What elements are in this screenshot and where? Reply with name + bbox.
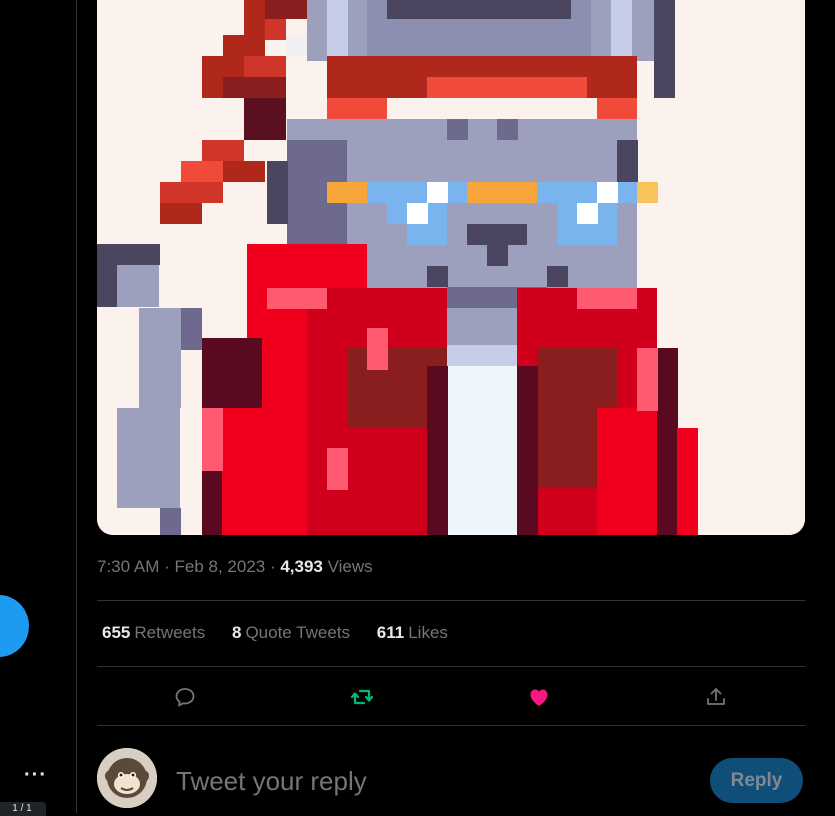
likes-count: 611	[376, 623, 405, 642]
tweet-media-image[interactable]	[97, 0, 805, 535]
reply-icon	[175, 688, 195, 707]
views-count: 4,393	[280, 557, 323, 576]
pixel-art-cat-icon	[97, 0, 805, 535]
more-options-icon[interactable]: ···	[24, 765, 47, 785]
divider	[97, 600, 805, 601]
heart-icon	[530, 689, 548, 706]
share-icon	[707, 688, 725, 705]
monkey-avatar-icon	[97, 748, 157, 808]
share-button[interactable]	[699, 680, 733, 714]
tweet-stats-row: 655 Retweets 8 Quote Tweets 611 Likes	[102, 623, 470, 643]
likes-label: Likes	[408, 623, 448, 642]
retweet-icon	[350, 689, 374, 705]
compose-tweet-button[interactable]	[0, 595, 29, 657]
retweet-button[interactable]	[345, 680, 379, 714]
quote-tweets-count: 8	[231, 623, 242, 642]
page-indicator: 1 / 1	[0, 802, 46, 816]
retweets-label: Retweets	[134, 623, 206, 642]
tweet-date[interactable]: Feb 8, 2023	[174, 557, 265, 576]
divider	[97, 725, 805, 726]
views-label: Views	[322, 557, 373, 576]
quote-tweets-label: Quote Tweets	[245, 623, 351, 642]
quote-tweets-stat[interactable]: 8 Quote Tweets	[232, 623, 350, 643]
likes-stat[interactable]: 611 Likes	[377, 623, 448, 643]
tweet-meta-row: 7:30 AM · Feb 8, 2023 · 4,393 Views	[97, 557, 373, 577]
reply-submit-button[interactable]: Reply	[710, 758, 803, 803]
meta-separator: ·	[159, 557, 175, 576]
left-rail: ··· 1 / 1	[0, 0, 76, 816]
tweet-time[interactable]: 7:30 AM	[97, 557, 159, 576]
retweets-stat[interactable]: 655 Retweets	[102, 623, 205, 643]
rail-divider	[76, 0, 77, 813]
avatar[interactable]	[97, 748, 157, 808]
divider	[97, 666, 805, 667]
meta-separator: ·	[265, 557, 281, 576]
reply-button-icon[interactable]	[168, 680, 202, 714]
like-button[interactable]	[522, 680, 556, 714]
reply-input[interactable]	[174, 760, 678, 802]
retweets-count: 655	[102, 623, 131, 642]
